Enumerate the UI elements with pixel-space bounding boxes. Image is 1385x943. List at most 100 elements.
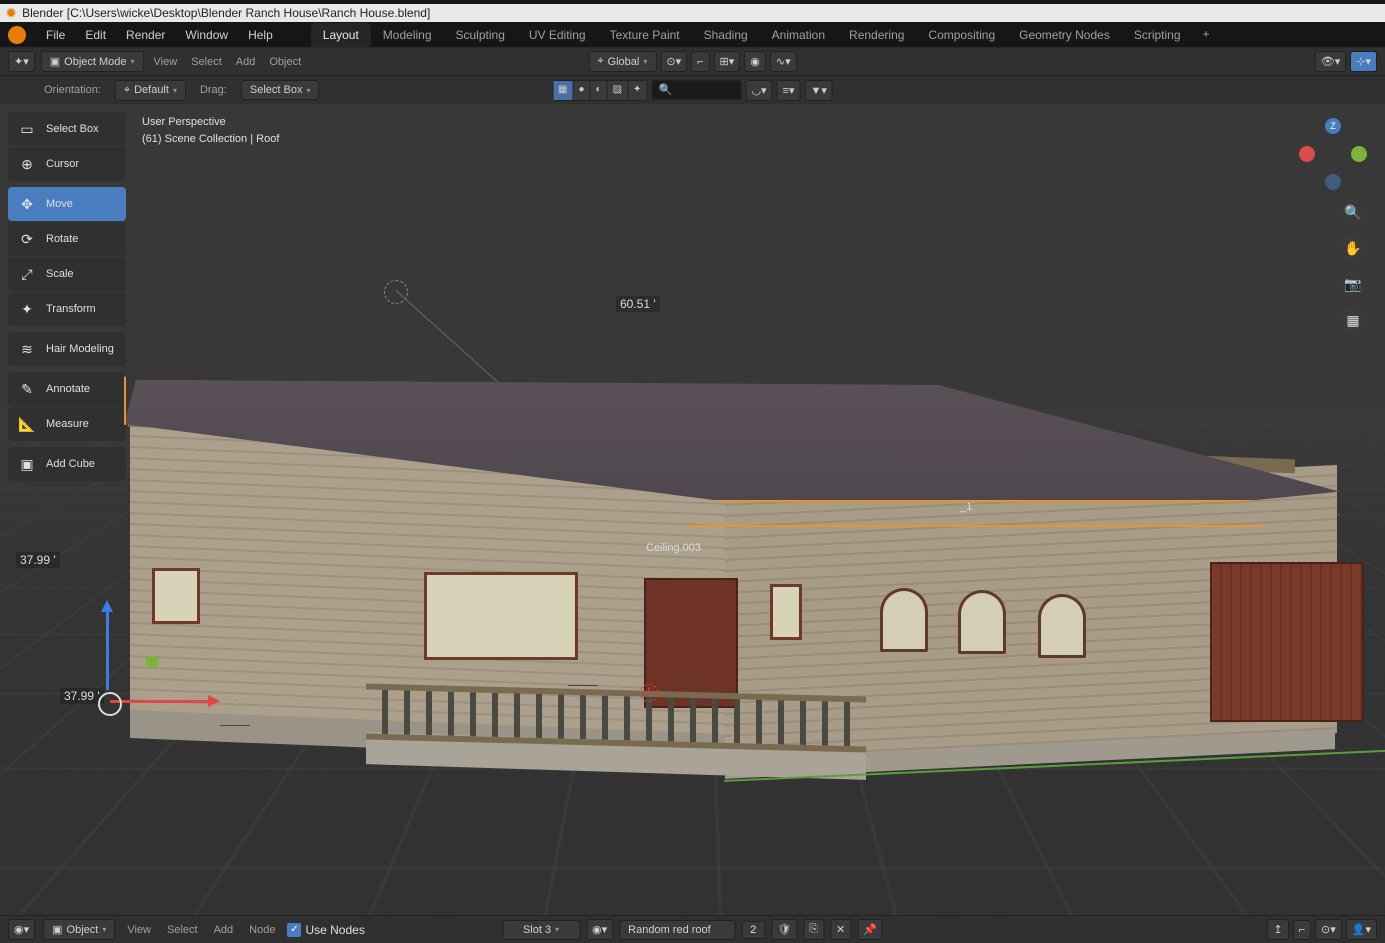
x-axis-handle[interactable] [110, 700, 216, 703]
camera-view-icon[interactable]: 📷 [1339, 270, 1367, 298]
filter-button[interactable]: ▼▾ [805, 80, 833, 101]
gizmo-dropdown[interactable]: ⊹▾ [1350, 51, 1377, 72]
nav-x-axis[interactable] [1299, 146, 1315, 162]
node-mode[interactable]: ▣ Object ▾ [43, 919, 115, 940]
new-material-button[interactable]: ⎘ [803, 919, 824, 940]
obj-label-1: _1 [960, 501, 972, 513]
use-nodes-label: Use Nodes [305, 923, 364, 937]
orientation-dropdown[interactable]: ⌖ Global ▾ [588, 51, 656, 72]
snap-node-dropdown[interactable]: ⊙▾ [1315, 919, 1342, 940]
slot-value: Slot 3 [523, 924, 551, 936]
fake-user-button[interactable]: 🛡 [771, 919, 797, 940]
menu-help[interactable]: Help [238, 24, 283, 46]
ws-tab-shading[interactable]: Shading [692, 23, 760, 47]
ws-tab-rendering[interactable]: Rendering [837, 23, 916, 47]
orientation-label: Orientation: [40, 84, 105, 96]
tool-measure[interactable]: 📐Measure [8, 407, 126, 441]
search-input[interactable] [651, 80, 741, 100]
tool-rotate[interactable]: ⟳Rotate [8, 222, 126, 256]
overlay-dropdown[interactable]: ◡▾ [745, 80, 772, 101]
menu-select[interactable]: Select [187, 56, 226, 68]
menu-view[interactable]: View [150, 56, 182, 68]
shade-matcap-icon[interactable]: ◐ [591, 81, 608, 100]
mode-selector[interactable]: ▣ Object Mode ▾ [41, 51, 144, 72]
menu-render[interactable]: Render [116, 24, 175, 46]
gizmo-origin[interactable] [98, 692, 122, 716]
tool-add-cube[interactable]: ▣Add Cube [8, 447, 126, 481]
ws-tab-sculpting[interactable]: Sculpting [444, 23, 517, 47]
ws-tab-animation[interactable]: Animation [760, 23, 837, 47]
nav-z-axis[interactable]: Z [1325, 118, 1341, 134]
snap-dropdown[interactable]: ⊞▾ [714, 51, 741, 72]
perspective-toggle-icon[interactable]: ▦ [1339, 306, 1367, 334]
tool-hair[interactable]: ≋Hair Modeling [8, 332, 126, 366]
visibility-dropdown[interactable]: 👁▾ [1315, 51, 1347, 72]
tool-cursor[interactable]: ⊕Cursor [8, 147, 126, 181]
move-icon: ✥ [18, 195, 36, 213]
add-workspace-button[interactable]: + [1193, 23, 1220, 47]
window-small [152, 568, 200, 624]
file-path: [C:\Users\wicke\Desktop\Blender Ranch Ho… [67, 6, 431, 20]
menu-edit[interactable]: Edit [75, 24, 116, 46]
tool-scale[interactable]: ⤢Scale [8, 257, 126, 291]
proportional-toggle[interactable]: ◉ [744, 51, 766, 72]
pan-icon[interactable]: ✋ [1339, 234, 1367, 262]
pivot-dropdown[interactable]: ⊙▾ [660, 51, 687, 72]
ws-tab-modeling[interactable]: Modeling [371, 23, 444, 47]
nav-gizmo[interactable]: Z [1299, 118, 1367, 186]
ws-tab-layout[interactable]: Layout [311, 23, 371, 47]
editor-type-button[interactable]: ✦▾ [8, 51, 35, 72]
menu-object[interactable]: Object [265, 56, 305, 68]
menu-window[interactable]: Window [175, 24, 238, 46]
node-editor-type[interactable]: ◉▾ [8, 919, 35, 940]
menu-file[interactable]: File [36, 24, 75, 46]
ws-tab-scripting[interactable]: Scripting [1122, 23, 1193, 47]
tool-annotate[interactable]: ✎Annotate [8, 372, 126, 406]
snap-toggle[interactable]: ⌐ [691, 51, 709, 72]
node-menu-view[interactable]: View [123, 924, 155, 936]
shade-texture-icon[interactable]: ▨ [608, 81, 628, 100]
window-large [424, 572, 578, 660]
tool-move[interactable]: ✥Move [8, 187, 126, 221]
ws-tab-compositing[interactable]: Compositing [916, 23, 1007, 47]
ws-tab-texture[interactable]: Texture Paint [598, 23, 692, 47]
zoom-icon[interactable]: 🔍 [1339, 198, 1367, 226]
z-axis-handle[interactable] [106, 604, 109, 690]
xy-plane-handle[interactable] [146, 656, 158, 668]
ws-tab-uv[interactable]: UV Editing [517, 23, 598, 47]
nav-neg-z[interactable] [1325, 174, 1341, 190]
3d-cursor[interactable] [640, 684, 660, 704]
xray-button[interactable]: ≡▾ [777, 80, 801, 101]
ws-tab-geometry[interactable]: Geometry Nodes [1007, 23, 1122, 47]
house-model[interactable] [124, 372, 1340, 792]
tool-transform[interactable]: ✦Transform [8, 292, 126, 326]
nav-y-axis[interactable] [1351, 146, 1367, 162]
shade-wireframe-icon[interactable]: ▦ [553, 81, 573, 100]
pin-button[interactable]: 📌 [857, 919, 883, 940]
dim-left: 37.99 ' [16, 552, 60, 568]
tool-settings-header: Orientation: ⌖ Default ▾ Drag: Select Bo… [0, 76, 1385, 104]
obj-label-ceiling: Ceiling.003 [646, 542, 701, 554]
unlink-material-button[interactable]: ✕ [830, 919, 851, 940]
orientation-value-dropdown[interactable]: ⌖ Default ▾ [115, 80, 186, 101]
drag-value-dropdown[interactable]: Select Box ▾ [241, 80, 320, 100]
material-users[interactable]: 2 [741, 921, 765, 939]
3d-viewport[interactable]: ▭Select Box ⊕Cursor ✥Move ⟳Rotate ⤢Scale… [0, 104, 1385, 915]
overlay-node-button[interactable]: 👤▾ [1346, 919, 1377, 940]
select-box-icon: ▭ [18, 120, 36, 138]
shade-solid-icon[interactable]: ● [574, 81, 591, 100]
menu-add[interactable]: Add [232, 56, 260, 68]
node-menu-add[interactable]: Add [210, 924, 238, 936]
proportional-dropdown[interactable]: ∿▾ [770, 51, 797, 72]
material-browse-button[interactable]: ◉▾ [586, 919, 613, 940]
tool-label: Cursor [46, 158, 79, 170]
slot-dropdown[interactable]: Slot 3 ▾ [502, 920, 580, 940]
material-name-field[interactable]: Random red roof [619, 920, 735, 940]
use-nodes-toggle[interactable]: ✓Use Nodes [287, 923, 364, 937]
tool-select-box[interactable]: ▭Select Box [8, 112, 126, 146]
shade-render-icon[interactable]: ✦ [628, 81, 646, 100]
node-menu-select[interactable]: Select [163, 924, 202, 936]
node-menu-node[interactable]: Node [245, 924, 279, 936]
parent-node-button[interactable]: ↥ [1267, 919, 1288, 940]
snap-node-button[interactable]: ⌐ [1293, 920, 1311, 940]
